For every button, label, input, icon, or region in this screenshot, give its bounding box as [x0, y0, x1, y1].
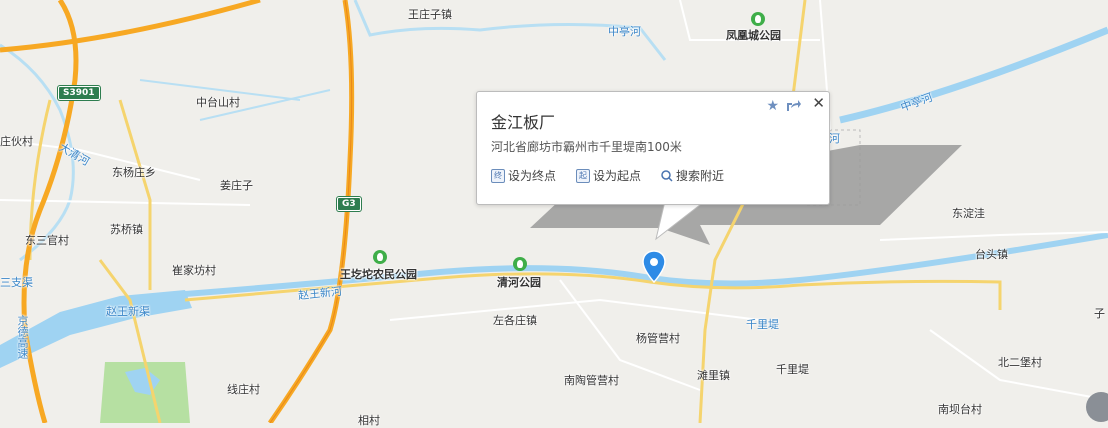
map-label: 千里堤: [776, 363, 809, 376]
map-label: 中台山村: [196, 96, 240, 109]
map-label: 左各庄镇: [493, 314, 537, 327]
map-label: 苏桥镇: [110, 223, 143, 236]
map-label: 中亭河: [608, 25, 641, 38]
map-label: 王庄子镇: [408, 8, 452, 21]
set-start-button[interactable]: 起 设为起点: [576, 167, 641, 184]
map-label: 庄伙村: [0, 135, 33, 148]
map-label: 子: [1094, 307, 1105, 320]
map-label: 台头镇: [975, 248, 1008, 261]
map-label: 三支渠: [0, 276, 33, 289]
place-address: 河北省廊坊市霸州市千里堤南100米: [491, 140, 682, 154]
map-label: 北二堡村: [998, 356, 1042, 369]
map-label: 千里堤: [746, 318, 779, 331]
start-point-icon: 起: [576, 168, 591, 183]
highway-shield-g3: G3: [337, 197, 361, 211]
place-title: 金江板厂: [491, 113, 556, 132]
popup-actions: 终 设为终点 起 设为起点 搜索附近: [491, 167, 724, 184]
favorite-star-icon[interactable]: ★: [766, 98, 779, 114]
map-label: 南陶管营村: [564, 374, 619, 387]
end-point-icon: 终: [491, 168, 505, 183]
map-control-knob[interactable]: [1086, 392, 1108, 422]
set-end-button[interactable]: 终 设为终点: [491, 167, 556, 184]
map-label: 赵王新渠: [106, 305, 150, 318]
map-label: 东三官村: [25, 234, 69, 247]
search-nearby-label: 搜索附近: [676, 169, 725, 183]
close-icon[interactable]: ✕: [812, 94, 825, 112]
map-label: 南坝台村: [938, 403, 982, 416]
map-label: 清河公园: [497, 276, 541, 289]
set-end-label: 设为终点: [508, 169, 557, 183]
share-icon[interactable]: [787, 98, 801, 112]
place-info-popup: 金江板厂 河北省廊坊市霸州市千里堤南100米 终 设为终点 起 设为起点 搜索附…: [476, 91, 830, 205]
map-label: 东杨庄乡: [112, 166, 156, 179]
highway-shield-s3901: S3901: [58, 86, 100, 100]
popup-tail: [655, 201, 705, 241]
map-label: 杨管营村: [636, 332, 680, 345]
map-label: 凤凰城公园: [726, 29, 781, 42]
map-label: 滩里镇: [697, 369, 730, 382]
set-start-label: 设为起点: [593, 169, 642, 183]
map-label: 王圪坨农民公园: [340, 268, 417, 281]
park-icon: [373, 250, 387, 264]
park-icon: [751, 12, 765, 26]
park-icon: [513, 257, 527, 271]
map-label: 东淀洼: [952, 207, 985, 220]
map-label: 姜庄子: [220, 179, 253, 192]
map-label: 线庄村: [227, 383, 260, 396]
location-pin-icon[interactable]: [642, 250, 666, 284]
map-label: 相村: [358, 414, 380, 427]
map-canvas[interactable]: [0, 0, 1108, 423]
search-nearby-button[interactable]: 搜索附近: [661, 167, 724, 184]
map-label: 崔家坊村: [172, 264, 216, 277]
map-label: 京德高速: [16, 315, 29, 359]
search-icon: [661, 169, 673, 182]
